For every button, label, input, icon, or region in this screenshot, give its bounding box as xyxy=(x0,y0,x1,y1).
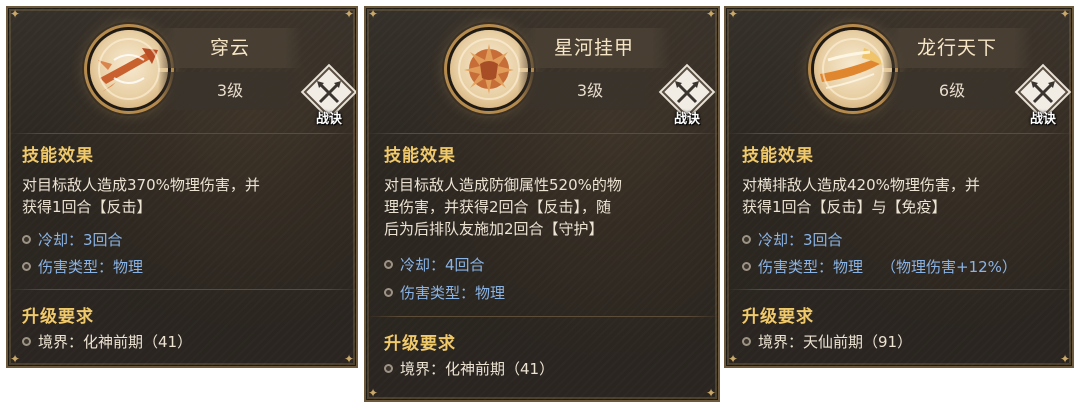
badge-label: 战诀 xyxy=(1029,112,1056,127)
damage-type-stat: 伤害类型：物理 xyxy=(22,256,143,278)
cooldown-stat: 冷却：3回合 xyxy=(22,229,123,251)
damage-type-stat: 伤害类型：物理 （物理伤害+12%） xyxy=(742,256,1017,278)
skill-name: 穿云 xyxy=(158,28,302,68)
requirement-text: 境界：化神前期（41） xyxy=(400,360,555,378)
corner-ornament-icon: ✦ xyxy=(706,386,717,400)
damage-type-stat: 伤害类型：物理 xyxy=(384,282,505,304)
bullet-dot-icon xyxy=(384,260,393,269)
header-divider xyxy=(366,133,718,134)
upgrade-section-title: 升级要求 xyxy=(22,307,94,327)
section-divider xyxy=(726,289,1072,290)
skill-card-longxing-tianxia[interactable]: ✦ ✦ ✦ ✦ 龙行天下 6级 战诀 技能效果 对横排敌人造成420%物理伤害，… xyxy=(724,6,1074,368)
cooldown-text: 冷却：4回合 xyxy=(400,256,485,274)
effect-description-line: 对横排敌人造成420%物理伤害，并 xyxy=(742,176,980,194)
corner-ornament-icon: ✦ xyxy=(1060,352,1071,366)
effect-section-title: 技能效果 xyxy=(742,146,814,166)
crossed-axes-icon xyxy=(1031,81,1055,104)
bullet-dot-icon xyxy=(384,364,393,373)
effect-description-line: 获得1回合【反击】与【免疫】 xyxy=(742,198,947,216)
zhanjue-badge[interactable]: 战诀 xyxy=(661,66,713,132)
corner-ornament-icon: ✦ xyxy=(368,7,379,21)
requirement-text: 境界：天仙前期（91） xyxy=(758,333,913,351)
section-divider xyxy=(366,316,718,317)
bullet-dot-icon xyxy=(22,262,31,271)
bullet-dot-icon xyxy=(742,235,751,244)
bullet-dot-icon xyxy=(742,337,751,346)
corner-ornament-icon: ✦ xyxy=(368,386,379,400)
corner-ornament-icon: ✦ xyxy=(728,352,739,366)
effect-description-line: 理伤害，并获得2回合【反击】，随 xyxy=(384,198,612,216)
header-divider xyxy=(8,133,356,134)
badge-label: 战诀 xyxy=(315,112,342,127)
cooldown-stat: 冷却：4回合 xyxy=(384,254,485,276)
dragon-dash-icon xyxy=(814,30,892,108)
crossed-axes-icon xyxy=(675,81,699,104)
corner-ornament-icon: ✦ xyxy=(10,352,21,366)
cooldown-stat: 冷却：3回合 xyxy=(742,229,843,251)
crossed-axes-icon xyxy=(317,81,341,104)
realm-requirement: 境界：天仙前期（91） xyxy=(742,331,912,353)
bullet-dot-icon xyxy=(742,262,751,271)
zhanjue-badge[interactable]: 战诀 xyxy=(303,66,355,132)
effect-description-line: 对目标敌人造成防御属性520%的物 xyxy=(384,176,622,194)
bullet-dot-icon xyxy=(384,288,393,297)
damage-type-text: 伤害类型：物理 xyxy=(758,258,864,276)
corner-ornament-icon: ✦ xyxy=(344,352,355,366)
realm-requirement: 境界：化神前期（41） xyxy=(22,331,192,353)
corner-ornament-icon: ✦ xyxy=(1060,7,1071,21)
zhanjue-badge[interactable]: 战诀 xyxy=(1017,66,1069,132)
damage-type-text: 伤害类型：物理 xyxy=(400,284,506,302)
skill-level: 6级 xyxy=(882,72,1022,110)
arrow-spear-icon xyxy=(90,30,168,108)
armor-burst-icon xyxy=(450,30,528,108)
skill-level: 3级 xyxy=(518,72,662,110)
skill-card-chuanyun[interactable]: ✦ ✦ ✦ ✦ 穿云 3级 战诀 技能效果 对目标敌人造成370%物理伤害，并 … xyxy=(6,6,358,368)
effect-description-line: 获得1回合【反击】 xyxy=(22,198,152,216)
effect-section-title: 技能效果 xyxy=(384,146,456,166)
header-divider xyxy=(726,133,1072,134)
bullet-dot-icon xyxy=(22,337,31,346)
effect-description-line: 后为后排队友施加2回合【守护】 xyxy=(384,220,604,238)
badge-label: 战诀 xyxy=(673,112,700,127)
corner-ornament-icon: ✦ xyxy=(706,7,717,21)
cooldown-text: 冷却：3回合 xyxy=(758,231,843,249)
corner-ornament-icon: ✦ xyxy=(728,7,739,21)
cooldown-text: 冷却：3回合 xyxy=(38,231,123,249)
effect-section-title: 技能效果 xyxy=(22,146,94,166)
damage-bonus-text: （物理伤害+12%） xyxy=(881,258,1017,276)
effect-description-line: 对目标敌人造成370%物理伤害，并 xyxy=(22,176,260,194)
skill-card-xinghe-guajia[interactable]: ✦ ✦ ✦ ✦ 星河挂甲 3级 战诀 技能效果 对目标敌人造成防御属性520%的… xyxy=(364,6,720,402)
upgrade-section-title: 升级要求 xyxy=(384,334,456,354)
skill-name: 龙行天下 xyxy=(882,28,1032,68)
upgrade-section-title: 升级要求 xyxy=(742,307,814,327)
realm-requirement: 境界：化神前期（41） xyxy=(384,358,554,380)
corner-ornament-icon: ✦ xyxy=(10,7,21,21)
bullet-dot-icon xyxy=(22,235,31,244)
skill-level: 3级 xyxy=(158,72,302,110)
skill-name: 星河挂甲 xyxy=(518,28,670,68)
corner-ornament-icon: ✦ xyxy=(344,7,355,21)
damage-type-text: 伤害类型：物理 xyxy=(38,258,144,276)
section-divider xyxy=(8,289,356,290)
requirement-text: 境界：化神前期（41） xyxy=(38,333,193,351)
